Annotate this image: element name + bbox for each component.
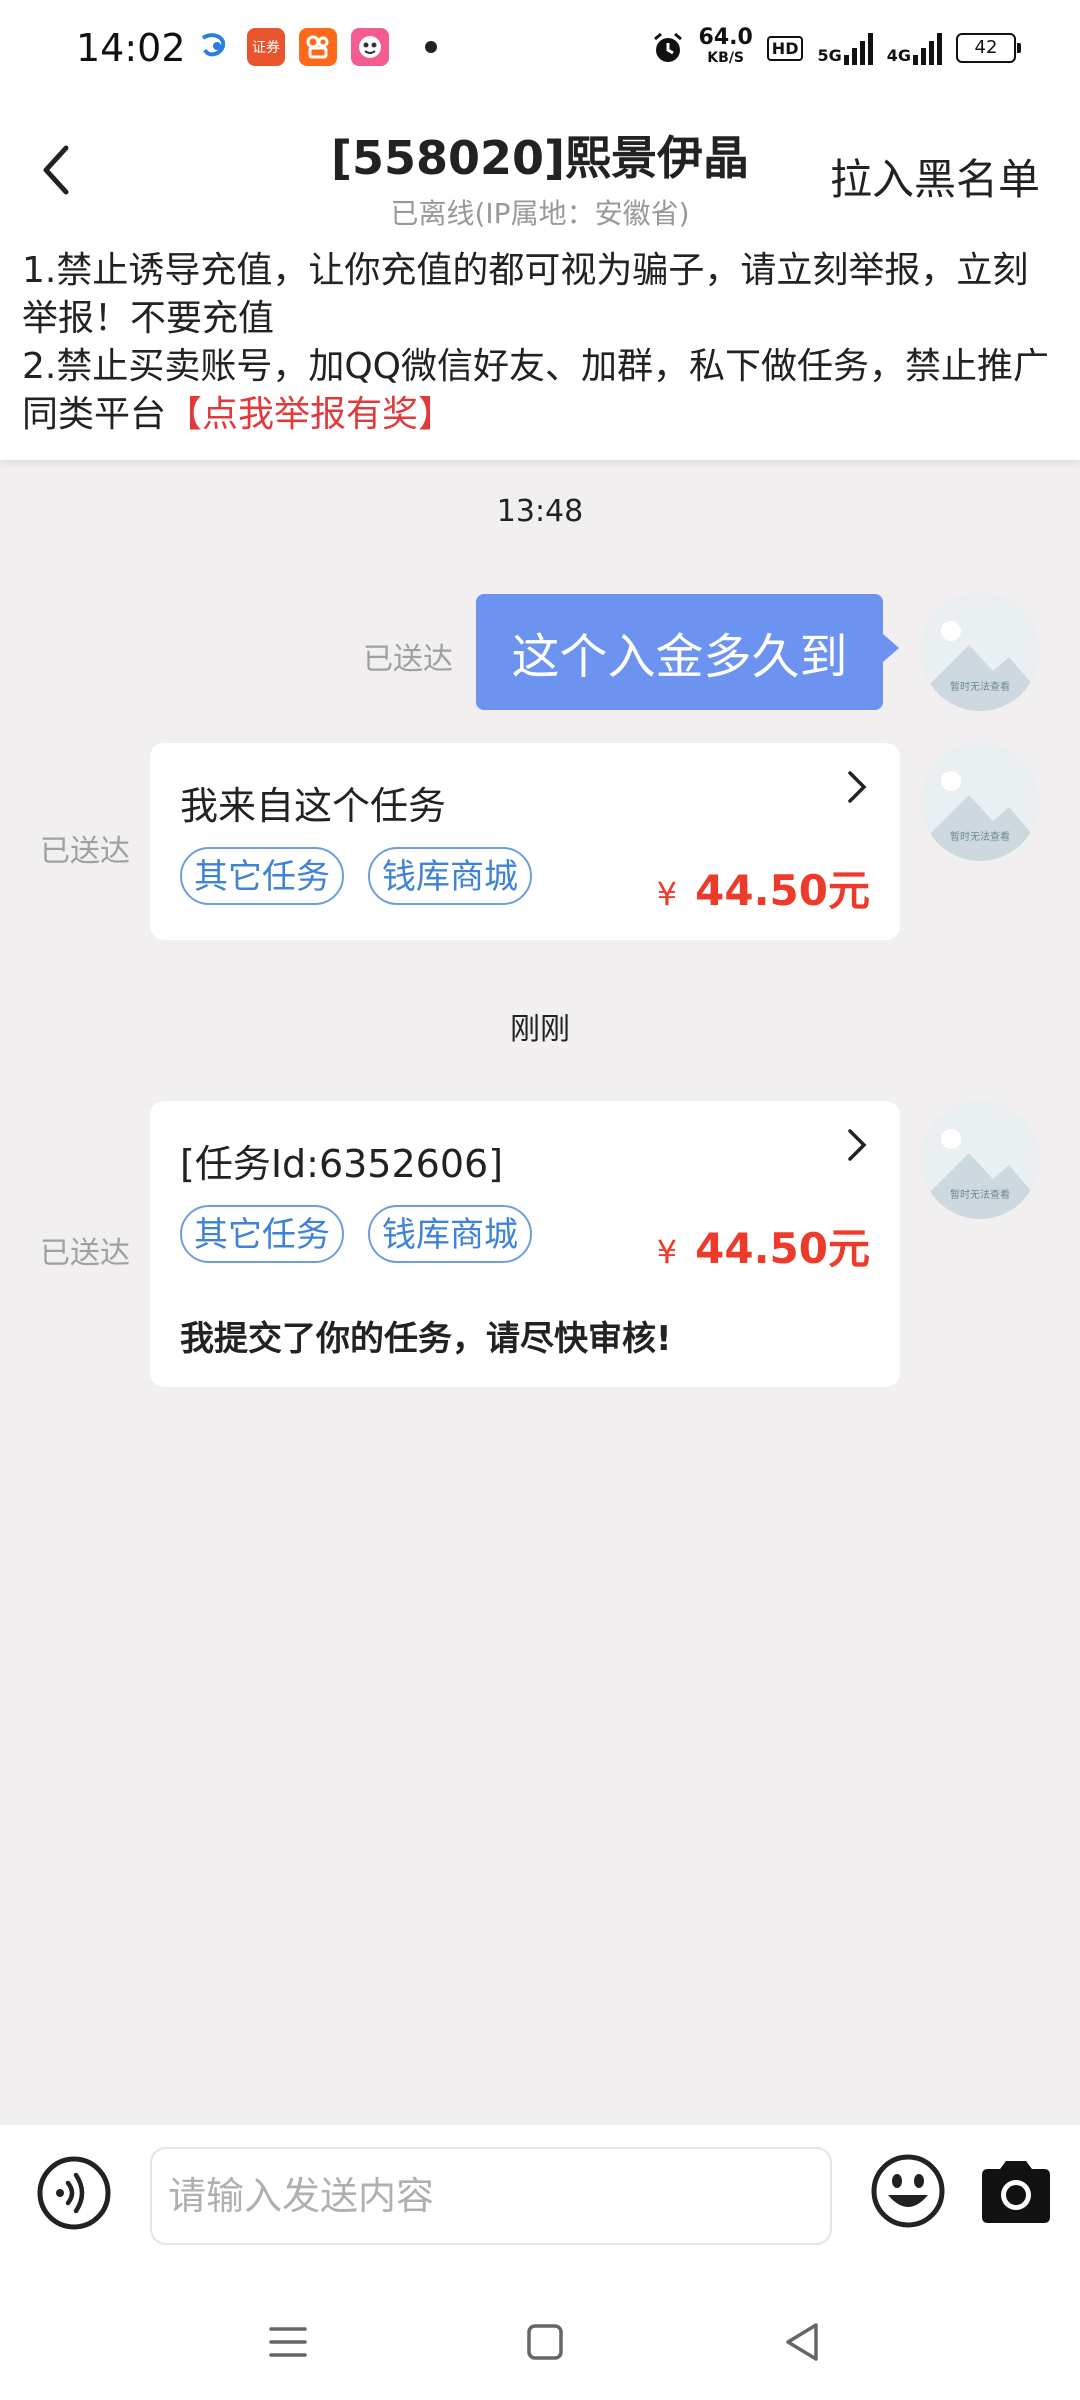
currency-symbol: ¥ xyxy=(656,1233,678,1271)
blacklist-button[interactable]: 拉入黑名单 xyxy=(830,146,1040,207)
signal-4g: 4G xyxy=(887,31,942,65)
securities-app-icon: 证券 xyxy=(247,28,285,66)
delivered-status: 已送达 xyxy=(40,1236,130,1271)
tag-qianku-mall: 钱库商城 xyxy=(368,1205,532,1263)
status-bar: 14:02 证券 64.0 KB/S HD 5G 4G 42 xyxy=(0,0,1080,100)
hd-badge: HD xyxy=(766,35,804,61)
alarm-icon xyxy=(653,32,682,62)
cartoon-app-icon xyxy=(351,28,389,66)
notification-icons: 证券 xyxy=(195,28,437,66)
avatar-placeholder-icon: 暂时无法查看 xyxy=(922,594,1038,711)
delivered-status: 已送达 xyxy=(363,642,453,677)
telecom-icon xyxy=(201,33,226,57)
network-speed: 64.0 KB/S xyxy=(698,25,753,68)
tag-other-task: 其它任务 xyxy=(180,1205,344,1263)
battery-icon: 42 xyxy=(956,33,1021,63)
back-nav-icon[interactable] xyxy=(778,2317,828,2367)
home-icon[interactable] xyxy=(520,2317,570,2367)
report-link[interactable]: 【点我举报有奖】 xyxy=(166,394,454,435)
signal-5g: 5G xyxy=(817,31,873,65)
chat-header: [558020]熙景伊晶 已离线(IP属地：安徽省) 拉入黑名单 xyxy=(0,100,1080,235)
speed-unit: KB/S xyxy=(707,50,745,66)
card-title: 我来自这个任务 xyxy=(180,784,447,828)
notice-line-2: 2.禁止买卖账号，加QQ微信好友、加群，私下做任务，禁止推广同类平台【点我举报有… xyxy=(22,343,1058,439)
status-time: 14:02 xyxy=(76,26,186,70)
signal-bars-icon xyxy=(913,31,942,65)
chevron-right-icon xyxy=(848,1129,867,1161)
card-title: [任务Id:6352606] xyxy=(180,1142,504,1186)
avatar-placeholder-icon: 暂时无法查看 xyxy=(922,744,1038,861)
task-card[interactable]: [任务Id:6352606] 其它任务 钱库商城 ¥44.50元 我提交了你的任… xyxy=(150,1101,900,1387)
timestamp: 13:48 xyxy=(496,494,584,529)
avatar-caption: 暂时无法查看 xyxy=(950,680,1010,693)
delivered-status: 已送达 xyxy=(40,834,130,869)
submission-note: 我提交了你的任务，请尽快审核! xyxy=(180,1319,672,1359)
system-navigation-bar xyxy=(0,2275,1080,2400)
speed-value: 64.0 xyxy=(698,25,753,50)
camera-icon[interactable] xyxy=(976,2155,1056,2227)
warning-notice: 1.禁止诱导充值，让你充值的都可视为骗子，请立刻举报，立刻举报！不要充值 2.禁… xyxy=(0,235,1080,460)
kuaishou-icon xyxy=(299,28,337,66)
currency-symbol: ¥ xyxy=(656,875,678,913)
avatar-placeholder-icon: 暂时无法查看 xyxy=(922,1102,1038,1219)
task-price: ¥44.50元 xyxy=(657,1215,870,1276)
network-type-1: 5G xyxy=(817,46,842,65)
avatar[interactable]: 暂时无法查看 xyxy=(921,743,1039,861)
price-value: 44.50元 xyxy=(695,1224,870,1273)
voice-input-icon[interactable] xyxy=(36,2155,112,2231)
more-notifications-dot xyxy=(425,41,437,53)
tag-other-task: 其它任务 xyxy=(180,847,344,905)
menu-icon[interactable] xyxy=(263,2317,313,2367)
task-card[interactable]: 我来自这个任务 其它任务 钱库商城 ¥44.50元 xyxy=(150,743,900,940)
avatar[interactable]: 暂时无法查看 xyxy=(921,593,1039,711)
signal-bars-icon xyxy=(843,31,873,65)
avatar[interactable]: 暂时无法查看 xyxy=(921,1101,1039,1219)
system-status: 64.0 KB/S HD 5G 4G 42 xyxy=(651,25,1021,68)
avatar-caption: 暂时无法查看 xyxy=(950,1188,1010,1201)
chevron-right-icon xyxy=(848,771,867,803)
price-value: 44.50元 xyxy=(695,866,870,915)
tag-qianku-mall: 钱库商城 xyxy=(368,847,532,905)
avatar-caption: 暂时无法查看 xyxy=(950,830,1010,843)
message-input[interactable] xyxy=(150,2147,832,2245)
notice-line-1: 1.禁止诱导充值，让你充值的都可视为骗子，请立刻举报，立刻举报！不要充值 xyxy=(22,250,1029,339)
task-price: ¥44.50元 xyxy=(657,857,870,918)
emoji-icon[interactable] xyxy=(870,2153,946,2229)
timestamp: 刚刚 xyxy=(510,1012,570,1047)
message-input-bar xyxy=(0,2125,1080,2275)
message-bubble[interactable]: 这个入金多久到 xyxy=(476,594,899,710)
network-type-2: 4G xyxy=(886,46,911,65)
